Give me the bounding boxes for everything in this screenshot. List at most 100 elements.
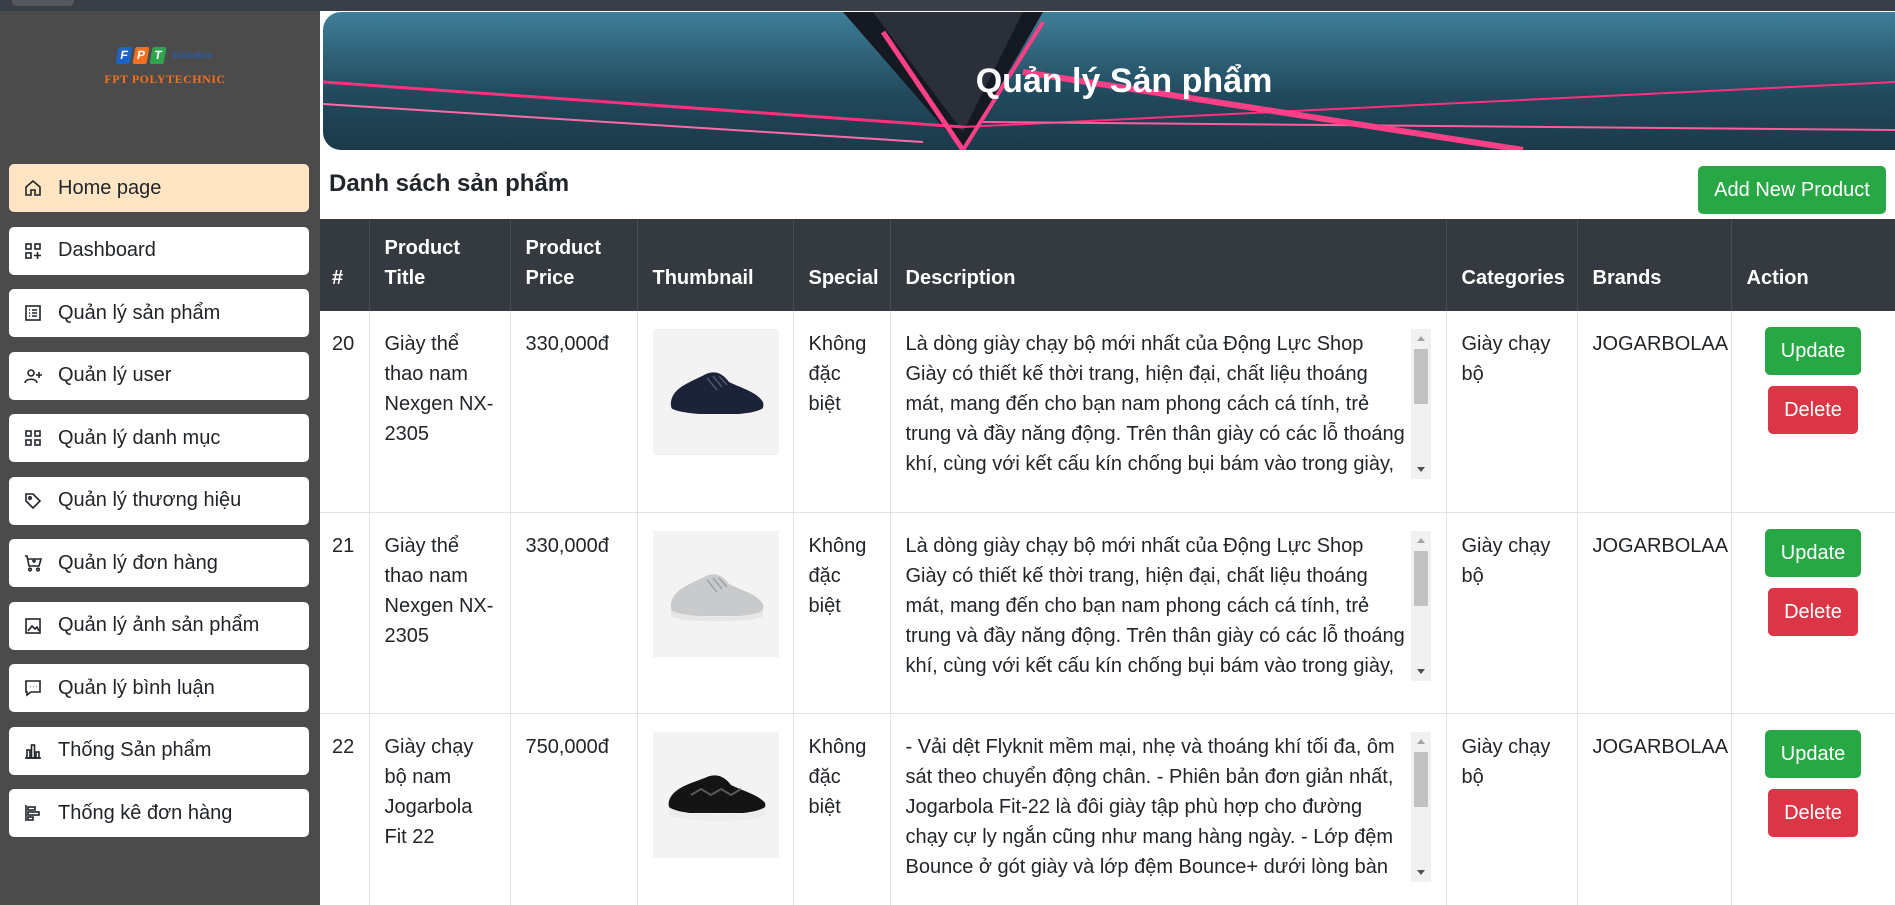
bar-chart-icon	[22, 740, 44, 762]
description-scrollbar[interactable]	[1410, 329, 1431, 479]
cell-title: Giày chạy bộ nam Jogarbola Fit 22	[369, 713, 511, 905]
column-header-title[interactable]: Product Title	[369, 219, 511, 311]
cell-price: 750,000đ	[510, 713, 638, 905]
browser-top-edge	[0, 0, 1895, 11]
scroll-up-icon[interactable]	[1416, 738, 1425, 744]
cell-thumbnail	[637, 512, 794, 714]
scroll-down-icon[interactable]	[1416, 467, 1425, 472]
column-header-brands[interactable]: Brands	[1577, 219, 1732, 311]
sidebar-item-product-images[interactable]: Quản lý ảnh sản phẩm	[9, 601, 309, 650]
sidebar-item-label: Quản lý sản phẩm	[58, 301, 221, 324]
comment-icon	[22, 677, 44, 699]
sidebar-item-label: Quản lý thương hiệu	[58, 489, 242, 511]
cell-action: Update Delete	[1731, 512, 1895, 714]
sidebar-item-orders[interactable]: Quản lý đơn hàng	[9, 539, 309, 587]
column-header-id[interactable]: #	[320, 219, 370, 311]
align-chart-icon	[22, 802, 44, 824]
user-plus-icon	[22, 365, 44, 387]
column-header-special[interactable]: Special	[793, 219, 891, 311]
column-header-action[interactable]: Action	[1731, 219, 1895, 311]
scroll-thumb[interactable]	[1413, 349, 1428, 404]
sidebar-item-label: Thống Sản phẩm	[58, 739, 212, 761]
table-row: 20 Giày thể thao nam Nexgen NX-2305 330,…	[320, 311, 1895, 513]
scroll-up-icon[interactable]	[1416, 336, 1425, 341]
logo-sub-text: Education	[172, 50, 213, 60]
scroll-down-icon[interactable]	[1416, 869, 1425, 875]
sidebar-item-label: Quản lý đơn hàng	[58, 551, 218, 574]
sidebar-item-order-stats[interactable]: Thống kê đơn hàng	[9, 789, 309, 837]
column-header-categories[interactable]: Categories	[1446, 219, 1578, 311]
column-header-price[interactable]: Product Price	[510, 219, 638, 311]
update-button[interactable]: Update	[1765, 327, 1861, 375]
sidebar-item-label: Dashboard	[58, 239, 156, 261]
cell-description: Là dòng giày chạy bộ mới nhất của Động L…	[890, 311, 1447, 513]
scroll-up-icon[interactable]	[1416, 537, 1425, 543]
description-text: Là dòng giày chạy bộ mới nhất của Động L…	[905, 333, 1405, 475]
dashboard-icon	[22, 240, 44, 262]
sidebar-item-comments[interactable]: Quản lý bình luận	[9, 664, 309, 712]
sidebar-item-brands[interactable]: Quản lý thương hiệu	[9, 476, 309, 525]
cell-title: Giày thể thao nam Nexgen NX-2305	[369, 512, 511, 714]
cell-category: Giày chạy bộ	[1446, 713, 1578, 905]
fpt-polytechnic-logo[interactable]: F P T Education FPT POLYTECHNIC	[90, 44, 240, 106]
description-scrollbox[interactable]: Là dòng giày chạy bộ mới nhất của Động L…	[905, 530, 1431, 681]
scroll-thumb[interactable]	[1413, 550, 1428, 606]
sidebar-item-label: Thống kê đơn hàng	[58, 801, 233, 824]
product-thumbnail[interactable]	[652, 329, 779, 455]
sidebar-item-label: Quản lý danh mục	[58, 426, 221, 449]
description-text: - Vải dệt Flyknit mềm mại, nhẹ và thoáng…	[905, 735, 1395, 878]
sidebar-item-label: Quản lý ảnh sản phẩm	[58, 614, 260, 636]
description-scrollbox[interactable]: - Vải dệt Flyknit mềm mại, nhẹ và thoáng…	[905, 731, 1431, 882]
column-header-description[interactable]: Description	[890, 219, 1447, 311]
scroll-down-icon[interactable]	[1416, 668, 1425, 674]
sidebar-item-products[interactable]: Quản lý sản phẩm	[9, 289, 309, 337]
sidebar-item-product-stats[interactable]: Thống Sản phẩm	[9, 726, 309, 775]
cell-id: 21	[320, 512, 370, 714]
black-sneaker-image	[668, 774, 765, 821]
sidebar-item-label: Home page	[58, 176, 162, 199]
cell-id: 20	[320, 311, 370, 513]
add-new-product-button[interactable]: Add New Product	[1698, 166, 1886, 214]
update-button[interactable]: Update	[1765, 729, 1861, 778]
description-scrollbox[interactable]: Là dòng giày chạy bộ mới nhất của Động L…	[906, 329, 1431, 479]
description-text: Là dòng giày chạy bộ mới nhất của Động L…	[905, 534, 1405, 677]
cell-title: Giày thể thao nam Nexgen NX-2305	[369, 311, 511, 513]
column-header-thumbnail[interactable]: Thumbnail	[637, 219, 794, 311]
sidebar-item-users[interactable]: Quản lý user	[9, 351, 309, 400]
update-button[interactable]: Update	[1765, 528, 1861, 577]
sidebar-item-home[interactable]: Home page	[9, 164, 309, 212]
description-scrollbar[interactable]	[1410, 530, 1431, 681]
cell-thumbnail	[637, 713, 794, 905]
cell-brand: JOGARBOLAA	[1577, 512, 1732, 714]
scroll-thumb[interactable]	[1413, 751, 1428, 807]
product-thumbnail[interactable]	[652, 530, 779, 657]
image-icon	[22, 615, 44, 637]
cell-action: Update Delete	[1731, 713, 1895, 905]
cell-price: 330,000đ	[510, 311, 638, 513]
cell-category: Giày chạy bộ	[1446, 311, 1578, 513]
cart-icon	[22, 552, 44, 574]
navy-sneaker-image	[670, 372, 763, 420]
cell-action: Update Delete	[1731, 311, 1895, 513]
cell-brand: JOGARBOLAA	[1577, 311, 1732, 513]
cell-special: Không đặc biệt	[793, 512, 891, 714]
logo-mark: F P T Education	[90, 44, 240, 66]
grey-sneaker-image	[670, 573, 763, 621]
browser-tab-stub	[12, 0, 74, 6]
product-thumbnail[interactable]	[652, 731, 779, 858]
delete-button[interactable]: Delete	[1768, 386, 1858, 434]
cell-category: Giày chạy bộ	[1446, 512, 1578, 714]
delete-button[interactable]: Delete	[1768, 788, 1858, 837]
description-scrollbar[interactable]	[1410, 731, 1431, 882]
logo-letter-t: T	[149, 46, 167, 64]
delete-button[interactable]: Delete	[1768, 587, 1858, 636]
home-icon	[22, 177, 44, 199]
sidebar-item-dashboard[interactable]: Dashboard	[9, 226, 309, 275]
cell-thumbnail	[637, 311, 794, 513]
sidebar-item-categories[interactable]: Quản lý danh mục	[9, 414, 309, 462]
cell-special: Không đặc biệt	[793, 311, 891, 513]
sidebar: F P T Education FPT POLYTECHNIC Home pag…	[0, 11, 320, 905]
sidebar-item-label: Quản lý bình luận	[58, 676, 215, 699]
logo-letter-f: F	[115, 46, 133, 64]
logo-letter-p: P	[132, 46, 150, 64]
